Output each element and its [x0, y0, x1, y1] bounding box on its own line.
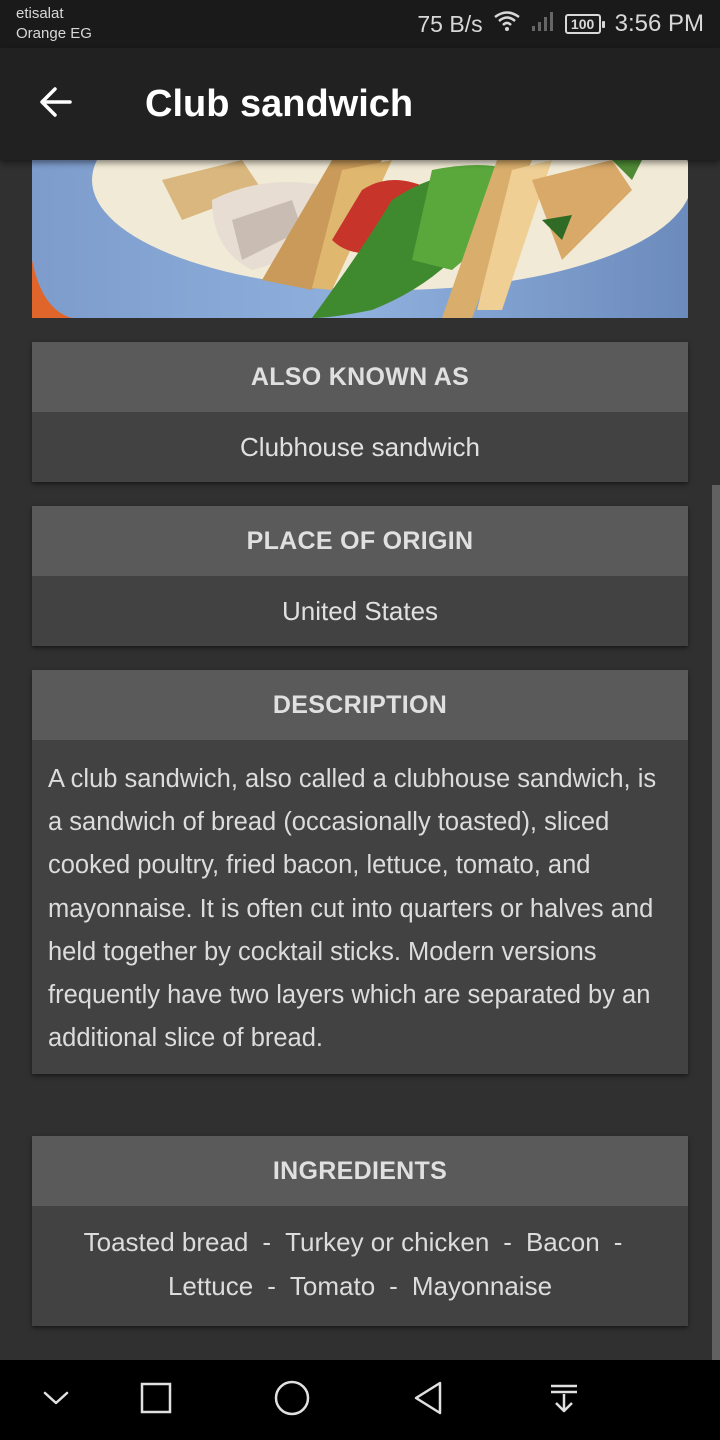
- also-known-as-heading: ALSO KNOWN AS: [32, 342, 688, 412]
- ingredient-item: Lettuce: [167, 1271, 254, 1301]
- scrollbar[interactable]: [712, 485, 720, 1360]
- ingredients-list: Toasted bread - Turkey or chicken - Bacon - Le…: [32, 1206, 688, 1326]
- system-nav-bar: [0, 1360, 720, 1440]
- carrier-line2: Orange EG: [16, 25, 92, 42]
- ingredient-item: Bacon: [525, 1227, 600, 1257]
- place-of-origin-card: PLACE OF ORIGIN United States: [32, 506, 688, 646]
- status-bar: etisalat Orange EG 75 B/s 100 3:56 PM: [0, 0, 720, 48]
- place-of-origin-value: United States: [281, 595, 439, 626]
- place-of-origin-heading: PLACE OF ORIGIN: [32, 506, 688, 576]
- also-known-as-value: Clubhouse sandwich: [240, 431, 480, 462]
- clock: 3:56 PM: [614, 10, 704, 37]
- club-sandwich-photo: [32, 160, 688, 318]
- hide-nav-button[interactable]: [32, 1376, 80, 1424]
- network-speed: 75 B/s: [417, 10, 483, 37]
- ingredient-separator: -: [613, 1227, 623, 1257]
- ingredient-item: Mayonnaise: [411, 1271, 553, 1301]
- description-heading: DESCRIPTION: [32, 670, 688, 740]
- wifi-icon: [493, 10, 521, 39]
- ingredient-separator: -: [503, 1227, 512, 1257]
- chevron-down-icon: [41, 1383, 71, 1418]
- back-triangle-icon: [411, 1380, 445, 1421]
- notification-pull-icon: [547, 1381, 581, 1420]
- ingredient-separator: -: [262, 1227, 272, 1257]
- nav-back-button[interactable]: [404, 1376, 452, 1424]
- signal-icon: [531, 10, 555, 39]
- home-circle-icon: [273, 1379, 311, 1422]
- ingredients-heading: INGREDIENTS: [32, 1136, 688, 1206]
- arrow-back-icon: [38, 84, 74, 125]
- battery-icon: 100: [564, 14, 605, 34]
- ingredient-separator: -: [267, 1271, 276, 1301]
- ingredient-item: Tomato: [289, 1271, 376, 1301]
- battery-level: 100: [570, 16, 595, 32]
- ingredient-item: Turkey or chicken: [285, 1227, 490, 1257]
- status-indicators: 75 B/s 100 3:56 PM: [417, 8, 704, 40]
- notification-pull-button[interactable]: [540, 1376, 588, 1424]
- description-card: DESCRIPTION A club sandwich, also called…: [32, 670, 688, 1075]
- back-button[interactable]: [28, 76, 84, 132]
- carrier-line1: etisalat: [16, 5, 64, 22]
- ingredient-separator: -: [389, 1271, 398, 1301]
- app-bar: Club sandwich: [0, 48, 720, 160]
- ingredients-card: INGREDIENTS Toasted bread - Turkey or chic…: [32, 1136, 688, 1326]
- also-known-as-card: ALSO KNOWN AS Clubhouse sandwich: [32, 342, 688, 482]
- scroll-content[interactable]: ALSO KNOWN AS Clubhouse sandwich PLACE O…: [0, 160, 720, 1360]
- ingredient-item: Toasted bread: [83, 1227, 249, 1257]
- page-title: Club sandwich: [145, 83, 414, 125]
- description-text: A club sandwich, also called a clubhouse…: [48, 765, 657, 1053]
- recents-button[interactable]: [132, 1376, 180, 1424]
- home-button[interactable]: [268, 1376, 316, 1424]
- carrier-info: etisalat Orange EG: [16, 4, 92, 44]
- recents-square-icon: [139, 1381, 173, 1420]
